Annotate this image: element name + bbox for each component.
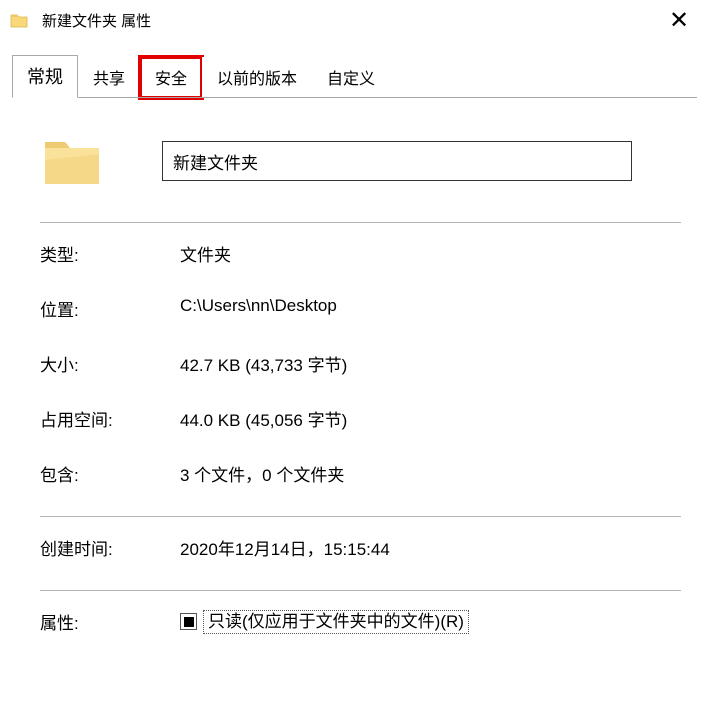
header-row <box>40 128 681 194</box>
folder-large-icon <box>40 128 104 194</box>
attributes-label: 属性: <box>40 609 180 634</box>
row-size-on-disk: 占用空间: 44.0 KB (45,056 字节) <box>40 406 681 431</box>
separator <box>40 590 681 591</box>
tab-security[interactable]: 安全 <box>140 57 202 98</box>
row-location: 位置: C:\Users\nn\Desktop <box>40 296 681 321</box>
tab-general[interactable]: 常规 <box>12 55 78 98</box>
size-on-disk-value: 44.0 KB (45,056 字节) <box>180 406 681 431</box>
size-value: 42.7 KB (43,733 字节) <box>180 351 681 376</box>
separator <box>40 222 681 223</box>
window-title: 新建文件夹 属性 <box>42 10 151 31</box>
checkbox-indeterminate-icon <box>184 617 194 627</box>
tab-underline <box>12 97 697 98</box>
tab-strip: 常规 共享 安全 以前的版本 自定义 <box>12 62 709 98</box>
title-bar: 新建文件夹 属性 ✕ <box>0 0 709 40</box>
location-value: C:\Users\nn\Desktop <box>180 296 681 321</box>
tab-security-label: 安全 <box>155 71 187 88</box>
close-button[interactable]: ✕ <box>659 2 699 38</box>
row-attributes: 属性: 只读(仅应用于文件夹中的文件)(R) <box>40 609 681 634</box>
readonly-label: 只读(仅应用于文件夹中的文件)(R) <box>203 610 469 634</box>
tab-sharing[interactable]: 共享 <box>78 57 140 98</box>
tab-previous-versions[interactable]: 以前的版本 <box>202 57 312 98</box>
row-contains: 包含: 3 个文件，0 个文件夹 <box>40 461 681 486</box>
size-label: 大小: <box>40 351 180 376</box>
readonly-checkbox-group[interactable]: 只读(仅应用于文件夹中的文件)(R) <box>180 610 469 634</box>
created-value: 2020年12月14日，15:15:44 <box>180 535 681 560</box>
readonly-checkbox[interactable] <box>180 613 197 630</box>
tab-customize-label: 自定义 <box>327 71 375 88</box>
row-size: 大小: 42.7 KB (43,733 字节) <box>40 351 681 376</box>
tab-customize[interactable]: 自定义 <box>312 57 390 98</box>
row-type: 类型: 文件夹 <box>40 241 681 266</box>
tab-general-label: 常规 <box>27 67 63 87</box>
close-icon: ✕ <box>669 6 689 35</box>
created-label: 创建时间: <box>40 535 180 560</box>
tab-content-general: 类型: 文件夹 位置: C:\Users\nn\Desktop 大小: 42.7… <box>0 98 709 634</box>
row-created: 创建时间: 2020年12月14日，15:15:44 <box>40 535 681 560</box>
location-label: 位置: <box>40 296 180 321</box>
contains-label: 包含: <box>40 461 180 486</box>
folder-name-input[interactable] <box>162 141 632 181</box>
tab-previous-label: 以前的版本 <box>217 71 297 88</box>
type-label: 类型: <box>40 241 180 266</box>
type-value: 文件夹 <box>180 241 681 266</box>
size-on-disk-label: 占用空间: <box>40 406 180 431</box>
tab-sharing-label: 共享 <box>93 71 125 88</box>
separator <box>40 516 681 517</box>
folder-icon <box>10 12 28 28</box>
contains-value: 3 个文件，0 个文件夹 <box>180 461 681 486</box>
